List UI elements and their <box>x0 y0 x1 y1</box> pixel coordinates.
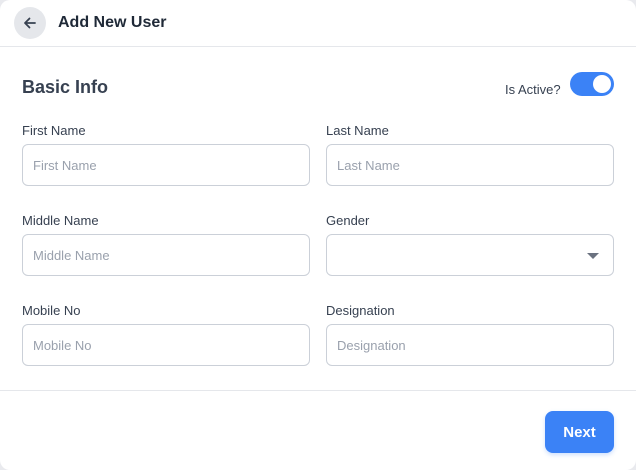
middle-name-input[interactable] <box>22 234 310 276</box>
arrow-left-icon <box>24 17 36 29</box>
first-name-input[interactable] <box>22 144 310 186</box>
mobile-no-input[interactable] <box>22 324 310 366</box>
last-name-label: Last Name <box>326 123 389 138</box>
first-name-label: First Name <box>22 123 86 138</box>
is-active-label: Is Active? <box>505 82 561 97</box>
gender-label: Gender <box>326 213 370 228</box>
dialog-title: Add New User <box>58 14 167 31</box>
is-active-toggle[interactable] <box>570 72 614 96</box>
footer-divider <box>0 390 636 391</box>
next-button[interactable]: Next <box>545 411 614 453</box>
back-button[interactable] <box>14 7 46 39</box>
add-user-dialog: Add New User Basic Info Is Active? First… <box>0 0 636 470</box>
chevron-down-icon <box>587 253 599 259</box>
last-name-input[interactable] <box>326 144 614 186</box>
designation-input[interactable] <box>326 324 614 366</box>
toggle-knob <box>593 75 611 93</box>
middle-name-label: Middle Name <box>22 213 99 228</box>
mobile-no-label: Mobile No <box>22 303 81 318</box>
designation-label: Designation <box>326 303 395 318</box>
dialog-header: Add New User <box>0 0 636 47</box>
gender-select[interactable] <box>326 234 614 276</box>
section-title: Basic Info <box>22 77 109 97</box>
